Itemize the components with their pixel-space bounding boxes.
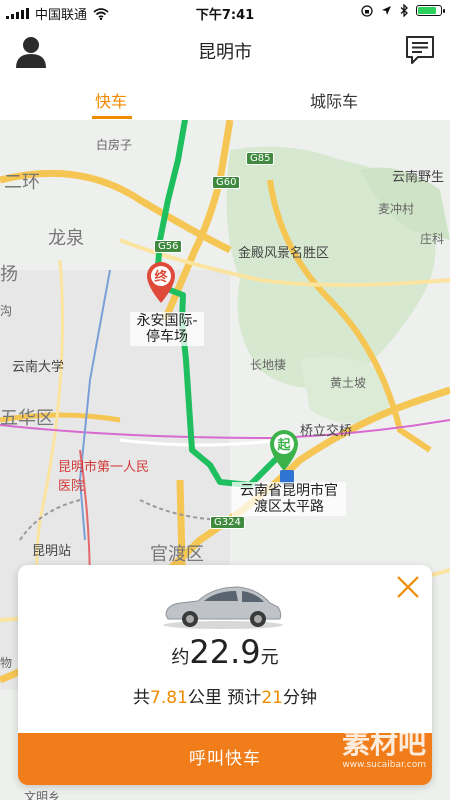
map-label-zhuangke: 庄科 xyxy=(420,232,445,246)
trip-duration-unit: 分钟 xyxy=(282,688,317,708)
map-label-changdiying: 长地棲 xyxy=(250,358,287,372)
highway-shield-g56: G56 xyxy=(154,240,183,253)
battery-icon xyxy=(416,5,445,16)
highway-shield-g324: G324 xyxy=(210,516,245,529)
tab-express[interactable]: 快车 xyxy=(95,88,127,112)
map-label-station: 昆明站 xyxy=(32,544,72,559)
status-bar: 中国联通 下午7:41 xyxy=(0,0,450,24)
close-icon[interactable] xyxy=(394,573,422,601)
trip-summary: 共7.81公里 预计21分钟 xyxy=(18,683,432,708)
destination-name: 永安国际-停车场 xyxy=(130,312,204,346)
price-value: 22.9 xyxy=(189,633,261,671)
map-label-hospital: 昆明市第一人民医院 xyxy=(58,460,150,494)
map-label-maichongcun: 麦冲村 xyxy=(378,202,415,216)
map-label-guandu: 官渡区 xyxy=(150,544,204,565)
origin-marker-label: 起 xyxy=(277,438,291,453)
watermark-url: www.sucaibar.com xyxy=(342,760,426,770)
highway-shield-g60: G60 xyxy=(212,176,241,189)
trip-distance-unit: 公里 预计 xyxy=(187,688,262,708)
message-icon[interactable] xyxy=(404,34,436,66)
trip-prefix: 共 xyxy=(133,688,151,708)
map-label-yunnan-university: 云南大学 xyxy=(12,360,65,375)
origin-name: 云南省昆明市官渡区太平路 xyxy=(232,482,346,516)
status-right xyxy=(361,4,445,17)
map-label-jindian: 金殿风景名胜区 xyxy=(238,246,330,261)
header: 昆明市 xyxy=(0,24,450,78)
destination-marker-label: 终 xyxy=(154,270,168,285)
car-icon xyxy=(163,586,283,629)
map-label-huangtupo: 黄土坡 xyxy=(330,376,367,390)
price-unit: 元 xyxy=(260,647,279,668)
lock-rotation-icon xyxy=(361,4,373,17)
location-arrow-icon xyxy=(382,6,391,15)
price-estimate: 约22.9元 xyxy=(18,633,432,671)
trip-distance: 7.81 xyxy=(150,688,188,708)
trip-duration: 21 xyxy=(261,688,283,708)
tab-intercity[interactable]: 城际车 xyxy=(310,88,358,112)
highway-shield-g85: G85 xyxy=(246,152,275,165)
map-label-wenming: 文明乡 xyxy=(24,790,61,800)
map-label-wu: 物 xyxy=(0,656,13,670)
page-title: 昆明市 xyxy=(198,42,252,63)
map-label-interchange: 桥立交桥 xyxy=(300,424,353,439)
price-prefix: 约 xyxy=(171,647,190,668)
map-label-wuhua: 五华区 xyxy=(0,408,54,429)
watermark-text: 素材吧 xyxy=(341,727,426,760)
map-label-yang: 扬 xyxy=(0,264,18,285)
ride-type-tabs: 快车 城际车 xyxy=(0,78,450,121)
watermark: 素材吧 www.sucaibar.com xyxy=(292,710,432,780)
bluetooth-icon xyxy=(400,4,408,17)
map-label-longquan: 龙泉 xyxy=(48,228,84,249)
tab-active-indicator xyxy=(92,116,132,119)
map-label-baifangzi: 白房子 xyxy=(96,138,133,152)
map-label-erhuan: 二环 xyxy=(4,172,40,193)
map-label-yunnan-wild: 云南野生 xyxy=(392,170,445,185)
map-label-gou: 沟 xyxy=(0,304,13,318)
